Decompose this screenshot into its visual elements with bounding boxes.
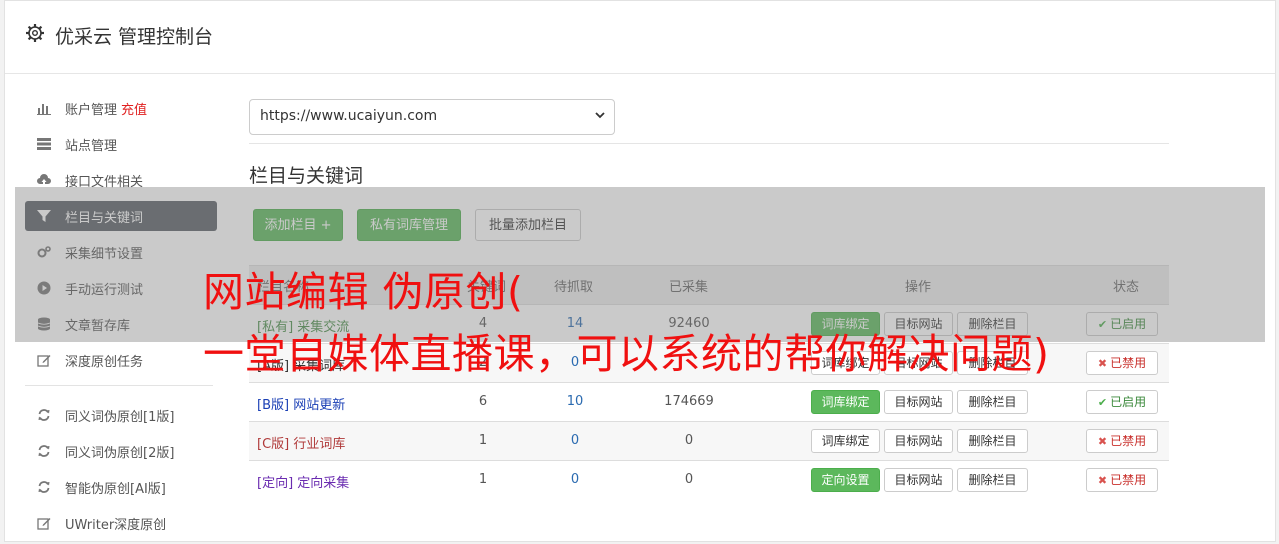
sidebar-item-label: UWriter深度原创 xyxy=(65,518,167,533)
column-name-link[interactable]: [C版] 行业词库 xyxy=(257,433,345,452)
collected-count: 174669 xyxy=(664,394,714,409)
site-select-value: https://www.ucaiyun.com xyxy=(260,108,438,124)
sidebar-item-label: 账户管理 xyxy=(65,103,118,118)
sidebar-item-uwriter[interactable]: UWriter深度原创 xyxy=(25,508,217,538)
keywords-count: 1 xyxy=(478,472,488,487)
delete-column-button[interactable]: 删除栏目 xyxy=(957,390,1028,414)
column-name-link[interactable]: [B版] 网站更新 xyxy=(257,394,345,413)
column-name-link[interactable]: [定向] 定向采集 xyxy=(257,472,349,491)
overlay-band xyxy=(15,187,1265,342)
sidebar-item-synonym-1[interactable]: 同义词伪原创[1版] xyxy=(25,400,217,430)
table-row: [定向] 定向采集 1 0 0 定向设置 目标网站 删除栏目 ✖ 已禁用 xyxy=(249,460,1169,499)
close-icon: ✖ xyxy=(1097,435,1108,448)
divider xyxy=(249,143,1169,144)
header: 优采云 管理控制台 xyxy=(5,1,1275,74)
status-toggle[interactable]: ✖ 已禁用 xyxy=(1086,429,1158,453)
edit-icon xyxy=(37,355,51,367)
sidebar-item-label: 智能伪原创[AI版] xyxy=(65,482,166,497)
library-bind-button[interactable]: 定向设置 xyxy=(811,468,880,492)
sidebar-item-label: 同义词伪原创[1版] xyxy=(65,410,175,425)
sidebar-divider xyxy=(25,385,213,386)
server-icon xyxy=(37,138,51,150)
status-toggle[interactable]: ✖ 已禁用 xyxy=(1086,351,1158,375)
sidebar-item-label: 深度原创任务 xyxy=(65,355,144,370)
status-toggle[interactable]: ✔ 已启用 xyxy=(1086,390,1158,414)
pending-count[interactable]: 0 xyxy=(545,472,605,487)
section-title: 栏目与关键词 xyxy=(249,165,364,187)
keywords-count: 1 xyxy=(478,433,488,448)
cloud-upload-icon xyxy=(37,174,51,184)
bar-chart-icon xyxy=(37,104,51,115)
edit-icon xyxy=(37,518,51,530)
target-site-button[interactable]: 目标网站 xyxy=(884,429,953,453)
refresh-icon xyxy=(38,409,50,421)
sidebar-item-label: 站点管理 xyxy=(65,139,118,154)
refresh-icon xyxy=(38,481,50,493)
delete-column-button[interactable]: 删除栏目 xyxy=(957,468,1028,492)
sidebar-item-label: 同义词伪原创[2版] xyxy=(65,446,175,461)
library-bind-button[interactable]: 词库绑定 xyxy=(811,429,880,453)
check-icon: ✔ xyxy=(1097,396,1108,409)
collected-count: 0 xyxy=(684,472,694,487)
page-title: 优采云 管理控制台 xyxy=(55,26,214,48)
sidebar-item-ai-original[interactable]: 智能伪原创[AI版] xyxy=(25,472,217,502)
gear-icon xyxy=(26,24,44,42)
refresh-icon xyxy=(38,445,50,457)
status-label: 已禁用 xyxy=(1110,434,1147,448)
target-site-button[interactable]: 目标网站 xyxy=(884,468,953,492)
status-label: 已启用 xyxy=(1110,395,1147,409)
recharge-link[interactable]: 充值 xyxy=(121,103,147,118)
target-site-button[interactable]: 目标网站 xyxy=(884,390,953,414)
table-row: [B版] 网站更新 6 10 174669 词库绑定 目标网站 删除栏目 ✔ 已启用 xyxy=(249,382,1169,421)
close-icon: ✖ xyxy=(1097,357,1108,370)
site-select[interactable]: https://www.ucaiyun.com xyxy=(249,99,615,135)
overlay-text-line1: 网站编辑 伪原创( xyxy=(203,268,524,316)
overlay-text-line2: 一堂自媒体直播课，可以系统的帮你解决问题) xyxy=(203,330,1050,378)
status-label: 已禁用 xyxy=(1110,356,1147,370)
library-bind-button[interactable]: 词库绑定 xyxy=(811,390,880,414)
sidebar-item-account[interactable]: 账户管理 充值 xyxy=(25,93,217,123)
pending-count[interactable]: 0 xyxy=(545,433,605,448)
collected-count: 0 xyxy=(684,433,694,448)
close-icon: ✖ xyxy=(1097,474,1108,487)
delete-column-button[interactable]: 删除栏目 xyxy=(957,429,1028,453)
status-label: 已禁用 xyxy=(1110,473,1147,487)
keywords-count: 6 xyxy=(478,394,488,409)
pending-count[interactable]: 10 xyxy=(545,394,605,409)
sidebar-item-deep-original[interactable]: 深度原创任务 xyxy=(25,345,217,375)
table-row: [C版] 行业词库 1 0 0 词库绑定 目标网站 删除栏目 ✖ 已禁用 xyxy=(249,421,1169,460)
sidebar-item-sites[interactable]: 站点管理 xyxy=(25,129,217,159)
chevron-down-icon xyxy=(595,112,605,119)
sidebar-item-synonym-2[interactable]: 同义词伪原创[2版] xyxy=(25,436,217,466)
status-toggle[interactable]: ✖ 已禁用 xyxy=(1086,468,1158,492)
